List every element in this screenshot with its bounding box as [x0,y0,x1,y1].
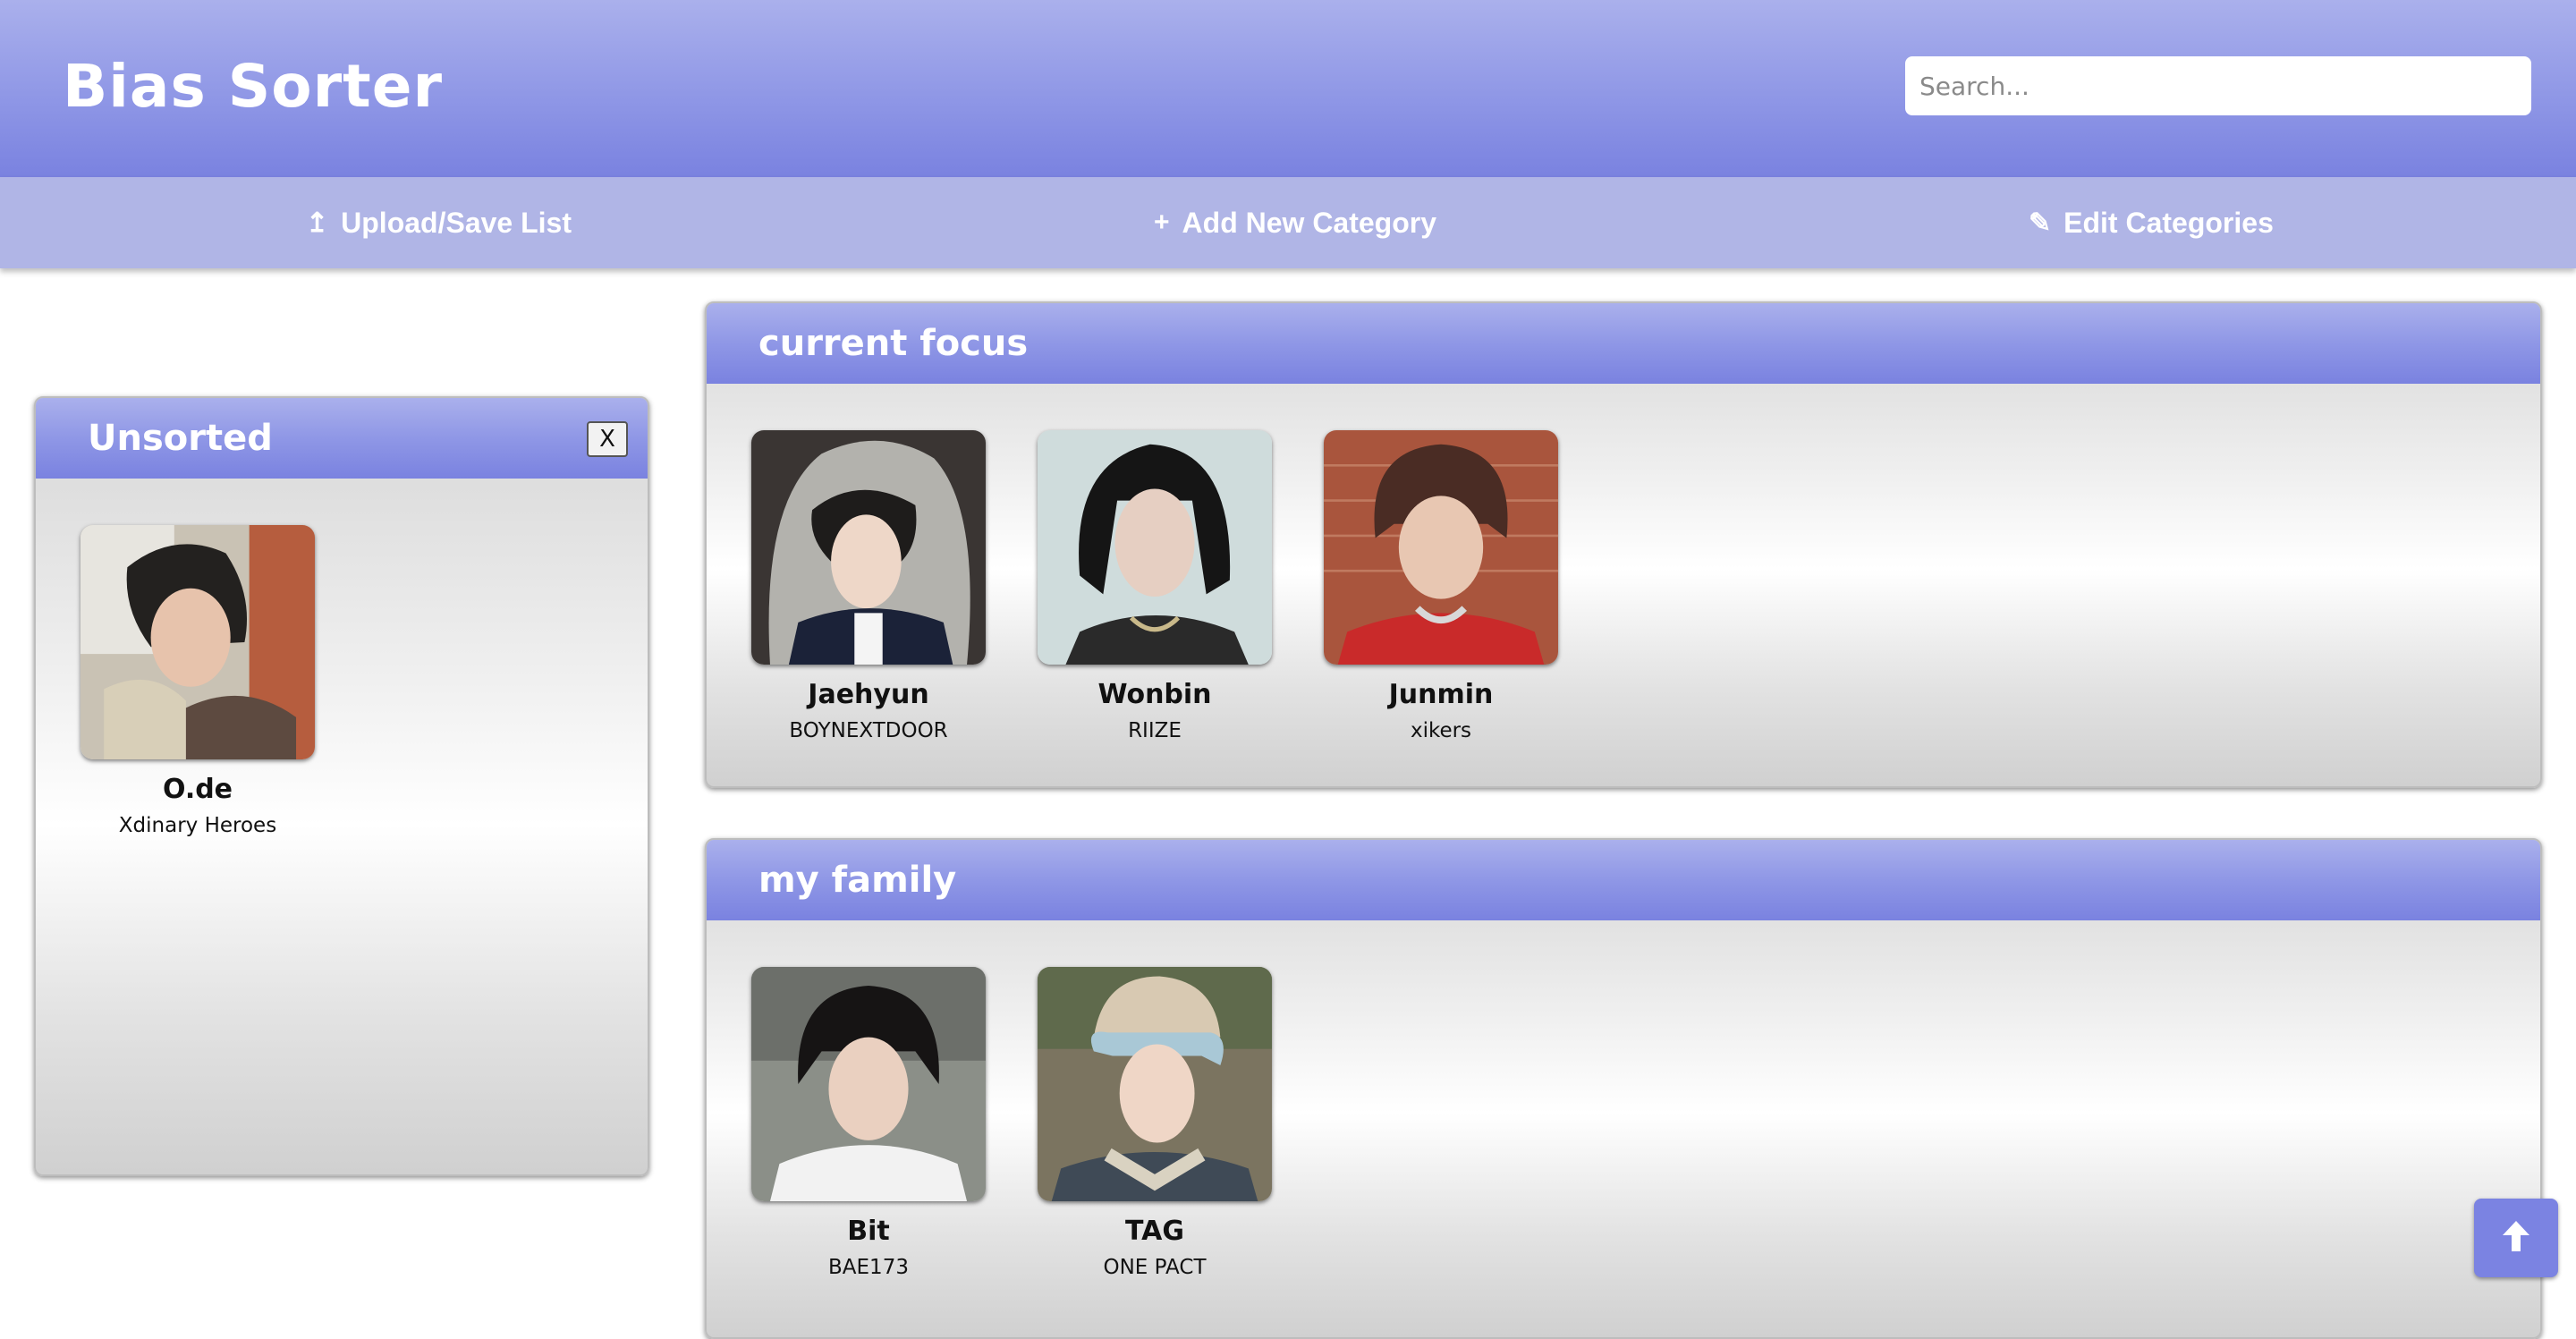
member-name: TAG [1125,1216,1184,1247]
member-photo [751,967,986,1201]
app-title: Bias Sorter [63,52,444,121]
upload-icon: ↥ [306,208,329,238]
member-group: BAE173 [828,1256,909,1279]
member-photo [751,430,986,665]
add-category-label: Add New Category [1182,206,1437,239]
member-photo [80,525,315,759]
arrow-up-icon [2501,1219,2531,1257]
member-name: Jaehyun [808,679,929,710]
close-button[interactable]: X [587,421,628,457]
plus-icon: + [1154,208,1170,237]
category-header: my family [707,840,2540,920]
unsorted-panel: Unsorted X O.de Xdinary Heroes [34,396,649,1176]
category-header: current focus [707,303,2540,384]
upload-save-label: Upload/Save List [341,206,572,239]
member-group: BOYNEXTDOOR [789,719,948,742]
member-card[interactable]: Jaehyun BOYNEXTDOOR [751,430,986,742]
member-group: Xdinary Heroes [118,814,277,837]
member-card[interactable]: Junmin xikers [1324,430,1558,742]
member-card[interactable]: TAG ONE PACT [1038,967,1272,1279]
scroll-top-button[interactable] [2474,1199,2558,1277]
upload-save-button[interactable]: ↥ Upload/Save List [306,177,572,268]
member-card[interactable]: Wonbin RIIZE [1038,430,1272,742]
category-panel-current-focus: current focus Jaehyun BOYNEXTDOOR Wonbin… [705,301,2542,788]
search-input[interactable] [1905,56,2531,115]
member-photo [1038,430,1272,665]
category-title: my family [758,860,957,901]
member-name: O.de [162,774,233,805]
app-header: Bias Sorter [0,0,2576,177]
member-photo [1038,967,1272,1201]
member-name: Bit [847,1216,890,1247]
edit-categories-button[interactable]: ✎ Edit Categories [2029,177,2274,268]
member-name: Junmin [1388,679,1494,710]
member-card[interactable]: Bit BAE173 [751,967,986,1279]
member-name: Wonbin [1097,679,1212,710]
category-title: current focus [758,323,1029,364]
category-panel-my-family: my family Bit BAE173 TAG ONE PACT [705,838,2542,1339]
unsorted-title: Unsorted [88,418,273,459]
add-category-button[interactable]: + Add New Category [1154,177,1436,268]
member-group: ONE PACT [1103,1256,1207,1279]
member-group: xikers [1410,719,1472,742]
nav-bar: ↥ Upload/Save List + Add New Category ✎ … [0,177,2576,268]
unsorted-header: Unsorted X [36,398,648,479]
edit-categories-label: Edit Categories [2063,206,2274,239]
member-card[interactable]: O.de Xdinary Heroes [80,525,315,837]
pencil-icon: ✎ [2029,208,2052,238]
member-photo [1324,430,1558,665]
member-group: RIIZE [1128,719,1182,742]
